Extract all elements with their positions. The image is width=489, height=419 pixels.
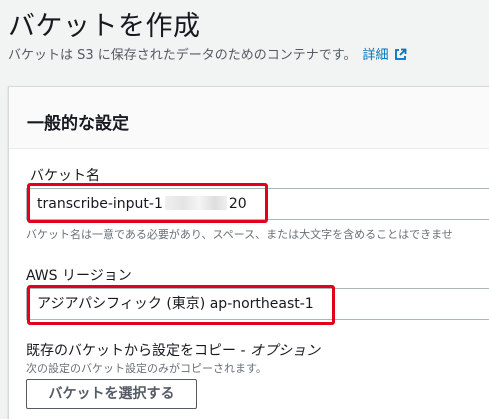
bucket-name-hint: バケット名は一意である必要があり、スペース、または大文字を含めることはできませ bbox=[26, 228, 453, 241]
choose-bucket-button[interactable]: バケットを選択する bbox=[26, 379, 197, 409]
external-link-icon[interactable] bbox=[394, 48, 407, 65]
description-text: バケットは S3 に保存されたデータのためのコンテナです。 bbox=[8, 48, 357, 63]
info-link[interactable]: 詳細 bbox=[363, 48, 389, 63]
bucket-name-highlight bbox=[27, 183, 268, 223]
optional-text: オプション bbox=[249, 343, 320, 359]
page-title: バケットを作成 bbox=[8, 11, 201, 42]
copy-settings-text: 既存のバケットから設定をコピー - bbox=[26, 343, 250, 359]
copy-settings-label: 既存のバケットから設定をコピー - オプション bbox=[26, 340, 320, 360]
region-label: AWS リージョン bbox=[26, 268, 132, 284]
region-highlight bbox=[27, 285, 335, 325]
panel-header: 一般的な設定 bbox=[9, 87, 489, 149]
panel-title: 一般的な設定 bbox=[27, 114, 129, 134]
copy-settings-hint: 次の設定のバケット設定のみがコピーされます。 bbox=[26, 362, 267, 375]
page-description: バケットは S3 に保存されたデータのためのコンテナです。 詳細 bbox=[8, 44, 407, 65]
bucket-name-label: バケット名 bbox=[30, 168, 100, 184]
